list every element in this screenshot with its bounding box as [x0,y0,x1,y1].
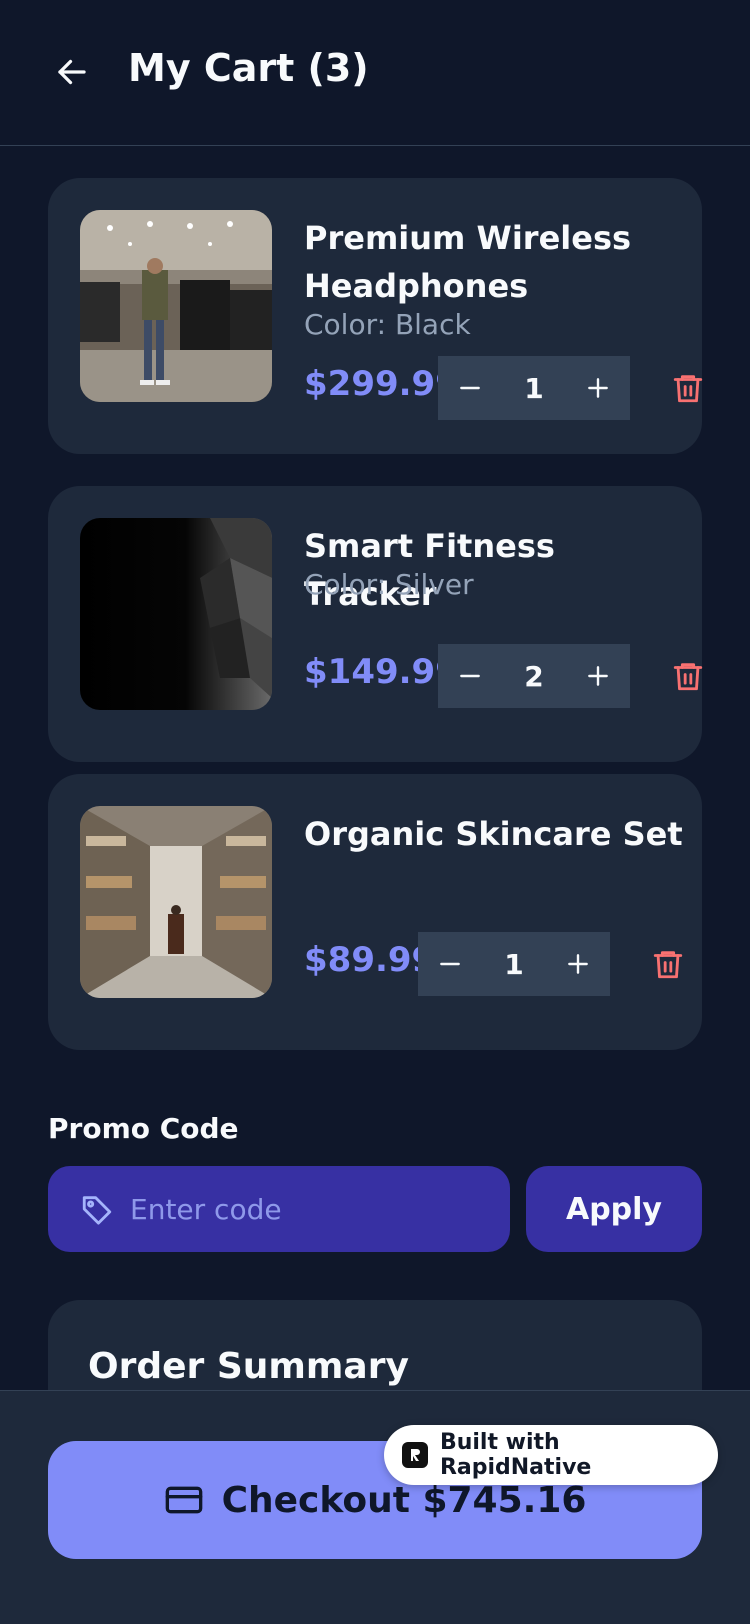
header: My Cart (3) [0,0,750,146]
increment-button[interactable] [566,356,630,420]
quantity-stepper: 2 [438,644,630,708]
plus-icon [588,378,608,398]
product-price: $89.99 [304,940,436,980]
increment-button[interactable] [546,932,610,996]
decrement-button[interactable] [438,644,502,708]
promo-code-label: Promo Code [48,1112,239,1145]
remove-item-button[interactable] [650,944,686,984]
product-price: $299.99 [304,364,459,404]
built-with-badge[interactable]: Built with RapidNative [384,1425,718,1485]
product-color: Color: Black [304,308,471,341]
decrement-button[interactable] [438,356,502,420]
cart-item: Smart Fitness Tracker Color: Silver $149… [48,486,703,762]
cart-item: Organic Skincare Set $89.99 1 [48,774,702,1050]
checkout-label: Checkout $745.16 [221,1479,587,1521]
minus-icon [460,386,480,390]
product-price: $149.99 [304,652,459,692]
quantity-stepper: 1 [438,356,630,420]
quantity-value: 2 [524,659,544,693]
product-image-headphones [80,210,272,402]
remove-item-button[interactable] [670,656,706,696]
promo-code-field [48,1166,510,1252]
promo-code-input[interactable] [130,1192,490,1226]
product-image-fitness-tracker [80,518,272,710]
quantity-stepper: 1 [418,932,610,996]
tag-icon [82,1196,112,1225]
product-name: Organic Skincare Set [304,815,683,853]
trash-icon [653,951,683,979]
decrement-button[interactable] [418,932,482,996]
order-summary-title: Order Summary [88,1346,409,1387]
product-image-skincare-set [80,806,272,998]
remove-item-button[interactable] [670,368,706,408]
minus-icon [460,674,480,678]
rapidnative-logo-icon [402,1442,428,1468]
back-button[interactable] [52,52,92,92]
credit-card-icon [165,1486,202,1514]
trash-icon [673,663,703,691]
quantity-value: 1 [524,371,544,405]
product-name: Premium Wireless Headphones [304,219,632,305]
cart-item: Premium Wireless Headphones Color: Black… [48,178,703,454]
increment-button[interactable] [566,644,630,708]
apply-promo-button[interactable]: Apply [526,1166,702,1252]
product-color: Color: Silver [304,568,474,601]
plus-icon [568,954,588,974]
minus-icon [440,962,460,966]
page-title: My Cart (3) [128,46,369,90]
arrow-left-icon [58,59,86,85]
quantity-value: 1 [504,947,524,981]
badge-text: Built with RapidNative [439,1430,592,1480]
plus-icon [588,666,608,686]
trash-icon [673,375,703,403]
